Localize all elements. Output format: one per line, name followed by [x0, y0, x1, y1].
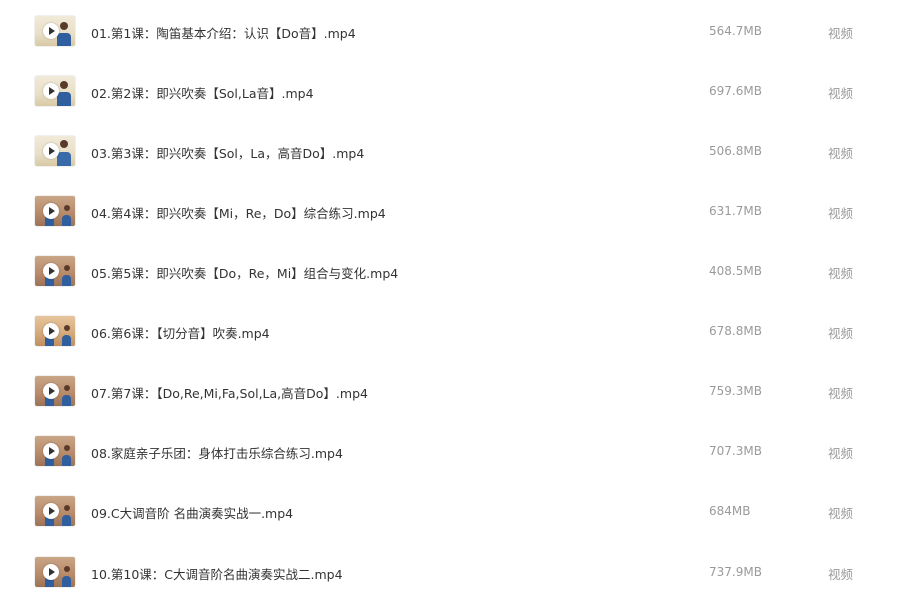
video-thumbnail-icon — [35, 496, 75, 526]
file-row[interactable]: 02.第2课：即兴吹奏【Sol,La音】.mp4 697.6MB 视频 — [0, 60, 897, 120]
video-thumbnail-icon — [35, 136, 75, 166]
video-thumbnail-icon — [35, 557, 75, 587]
video-thumbnail-icon — [35, 316, 75, 346]
file-size: 506.8MB — [709, 144, 762, 158]
play-icon — [43, 323, 59, 339]
file-size: 759.3MB — [709, 384, 762, 398]
file-list: 01.第1课：陶笛基本介绍：认识【Do音】.mp4 564.7MB 视频 02.… — [0, 0, 897, 598]
file-size: 564.7MB — [709, 24, 762, 38]
video-thumbnail-icon — [35, 256, 75, 286]
file-type: 视频 — [828, 206, 854, 221]
play-icon — [43, 564, 59, 580]
file-type: 视频 — [828, 146, 854, 161]
video-thumbnail-icon — [35, 76, 75, 106]
file-type: 视频 — [828, 86, 854, 101]
file-type: 视频 — [828, 446, 854, 461]
file-row[interactable]: 08.家庭亲子乐团：身体打击乐综合练习.mp4 707.3MB 视频 — [0, 420, 897, 480]
play-icon — [43, 263, 59, 279]
video-thumbnail-icon — [35, 16, 75, 46]
file-name: 09.C大调音阶 名曲演奏实战一.mp4 — [91, 506, 294, 521]
file-size: 707.3MB — [709, 444, 762, 458]
file-row[interactable]: 07.第7课：【Do,Re,Mi,Fa,Sol,La,高音Do】.mp4 759… — [0, 360, 897, 420]
file-name: 07.第7课：【Do,Re,Mi,Fa,Sol,La,高音Do】.mp4 — [91, 386, 368, 401]
file-type: 视频 — [828, 26, 854, 41]
file-name: 01.第1课：陶笛基本介绍：认识【Do音】.mp4 — [91, 26, 356, 41]
play-icon — [43, 23, 59, 39]
file-row[interactable]: 04.第4课：即兴吹奏【Mi，Re，Do】综合练习.mp4 631.7MB 视频 — [0, 180, 897, 240]
play-icon — [43, 83, 59, 99]
play-icon — [43, 443, 59, 459]
file-size: 737.9MB — [709, 565, 762, 579]
file-row[interactable]: 10.第10课：C大调音阶名曲演奏实战二.mp4 737.9MB 视频 — [0, 540, 897, 600]
play-icon — [43, 143, 59, 159]
file-row[interactable]: 09.C大调音阶 名曲演奏实战一.mp4 684MB 视频 — [0, 480, 897, 540]
file-size: 631.7MB — [709, 204, 762, 218]
file-type: 视频 — [828, 386, 854, 401]
file-size: 684MB — [709, 504, 751, 518]
play-icon — [43, 203, 59, 219]
file-size: 678.8MB — [709, 324, 762, 338]
file-type: 视频 — [828, 506, 854, 521]
video-thumbnail-icon — [35, 196, 75, 226]
play-icon — [43, 503, 59, 519]
file-name: 06.第6课：【切分音】吹奏.mp4 — [91, 326, 270, 341]
file-name: 02.第2课：即兴吹奏【Sol,La音】.mp4 — [91, 86, 314, 101]
video-thumbnail-icon — [35, 436, 75, 466]
file-size: 697.6MB — [709, 84, 762, 98]
file-row[interactable]: 06.第6课：【切分音】吹奏.mp4 678.8MB 视频 — [0, 300, 897, 360]
file-name: 04.第4课：即兴吹奏【Mi，Re，Do】综合练习.mp4 — [91, 206, 386, 221]
file-type: 视频 — [828, 266, 854, 281]
file-size: 408.5MB — [709, 264, 762, 278]
video-thumbnail-icon — [35, 376, 75, 406]
play-icon — [43, 383, 59, 399]
file-row[interactable]: 03.第3课：即兴吹奏【Sol，La，高音Do】.mp4 506.8MB 视频 — [0, 120, 897, 180]
file-name: 03.第3课：即兴吹奏【Sol，La，高音Do】.mp4 — [91, 146, 365, 161]
file-name: 08.家庭亲子乐团：身体打击乐综合练习.mp4 — [91, 446, 343, 461]
file-name: 05.第5课：即兴吹奏【Do，Re，Mi】组合与变化.mp4 — [91, 266, 399, 281]
file-row[interactable]: 05.第5课：即兴吹奏【Do，Re，Mi】组合与变化.mp4 408.5MB 视… — [0, 240, 897, 300]
file-type: 视频 — [828, 326, 854, 341]
file-name: 10.第10课：C大调音阶名曲演奏实战二.mp4 — [91, 567, 343, 582]
file-type: 视频 — [828, 567, 854, 582]
file-row[interactable]: 01.第1课：陶笛基本介绍：认识【Do音】.mp4 564.7MB 视频 — [0, 0, 897, 60]
